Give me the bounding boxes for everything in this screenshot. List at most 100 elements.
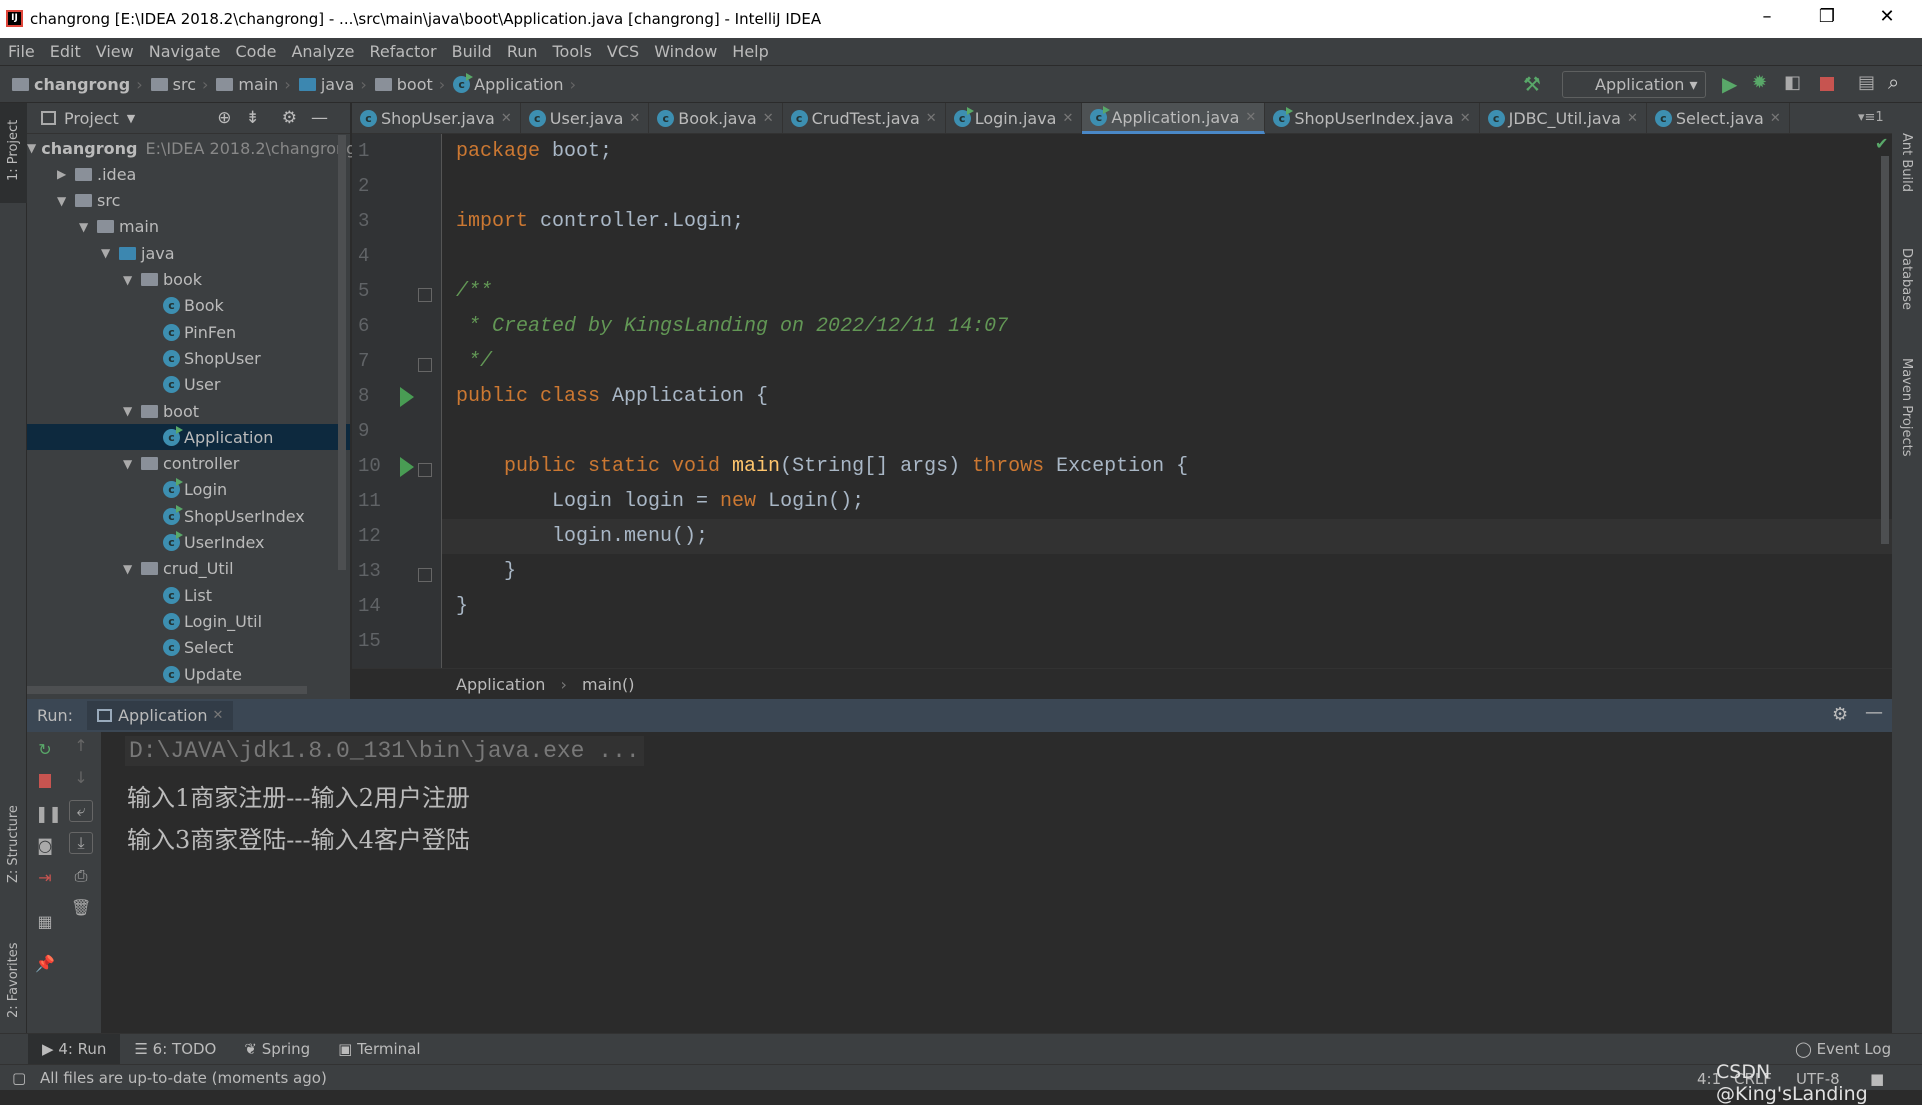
chevron-right-icon[interactable]: ▶ — [57, 167, 75, 181]
close-tab-icon[interactable]: ✕ — [1627, 111, 1638, 126]
tree-item[interactable]: c User — [27, 372, 350, 398]
soft-wrap-icon[interactable]: ⤶ — [69, 800, 93, 822]
tree-item[interactable]: ▼ book — [27, 267, 350, 293]
minimize-icon[interactable]: – — [1752, 6, 1782, 27]
tree-item[interactable]: c UserIndex — [27, 530, 350, 556]
tab-select[interactable]: c Select.java ✕ — [1647, 103, 1790, 134]
run-configuration-select[interactable]: Application ▾ — [1562, 71, 1706, 98]
tree-horizontal-scrollbar[interactable] — [27, 686, 307, 694]
maven-projects-tool-button[interactable]: Maven Projects — [1899, 358, 1914, 457]
nav-crumb[interactable]: main › — [216, 75, 291, 94]
tree-item[interactable]: c Application — [27, 424, 350, 451]
exit-icon[interactable]: ⇥ — [35, 868, 55, 887]
tab-book[interactable]: c Book.java ✕ — [649, 103, 783, 134]
close-tab-icon[interactable]: ✕ — [629, 111, 640, 126]
code-editor[interactable]: package boot; import controller.Login; /**… — [442, 134, 1892, 668]
close-tab-icon[interactable]: ✕ — [501, 111, 512, 126]
close-tab-icon[interactable]: ✕ — [1062, 111, 1073, 126]
database-tool-button[interactable]: Database — [1899, 248, 1914, 310]
menu-item-help[interactable]: Help — [732, 42, 768, 61]
ant-build-tool-button[interactable]: Ant Build — [1899, 133, 1914, 192]
terminal-tool-tab[interactable]: ▣ Terminal — [324, 1034, 434, 1064]
close-tab-icon[interactable]: ✕ — [1460, 111, 1471, 126]
tree-item[interactable]: c Select — [27, 635, 350, 661]
run-tool-tab[interactable]: ▶ 4: Run — [28, 1034, 121, 1064]
tree-item[interactable]: ▼ src — [27, 188, 350, 214]
chevron-down-icon[interactable]: ▼ — [57, 194, 75, 208]
menu-item-refactor[interactable]: Refactor — [370, 42, 437, 61]
close-tab-icon[interactable]: ✕ — [763, 111, 774, 126]
chevron-down-icon[interactable]: ▼ — [27, 141, 36, 155]
chevron-down-icon[interactable]: ▼ — [123, 562, 141, 576]
tree-item[interactable]: ▼ changrong E:\IDEA 2018.2\changrong — [27, 135, 356, 161]
tree-item[interactable]: c Login_Util — [27, 608, 350, 634]
tab-crudtest[interactable]: c CrudTest.java ✕ — [783, 103, 946, 134]
breadcrumb-method[interactable]: main() — [582, 675, 634, 694]
chevron-down-icon[interactable]: ▼ — [79, 220, 97, 234]
coverage-icon[interactable]: ◧ — [1784, 72, 1801, 93]
breadcrumb-class[interactable]: Application — [456, 675, 545, 694]
debug-icon[interactable]: ✹ — [1752, 72, 1767, 93]
menu-item-view[interactable]: View — [96, 42, 134, 61]
close-tab-icon[interactable]: ✕ — [212, 708, 223, 723]
pause-icon[interactable]: ❚❚ — [35, 804, 62, 823]
nav-crumb[interactable]: java › — [298, 75, 367, 94]
tree-item[interactable]: c List — [27, 582, 350, 608]
status-toggle-icon[interactable]: ▢ — [12, 1069, 26, 1087]
fold-marker-icon[interactable] — [418, 463, 432, 477]
run-gutter-icon[interactable] — [400, 457, 414, 477]
scroll-to-end-icon[interactable]: ⤓ — [69, 832, 93, 854]
chevron-down-icon[interactable]: ▼ — [101, 246, 119, 260]
tab-jdbc_util[interactable]: c JDBC_Util.java ✕ — [1480, 103, 1647, 134]
nav-crumb[interactable]: changrong › — [12, 75, 143, 94]
tree-item[interactable]: ▼ boot — [27, 398, 350, 424]
restore-icon[interactable]: ❐ — [1812, 6, 1842, 27]
project-structure-icon[interactable]: ▤ — [1858, 72, 1875, 93]
tree-item[interactable]: ▶ .idea — [27, 161, 350, 187]
tree-item[interactable]: c Update — [27, 661, 350, 687]
close-tab-icon[interactable]: ✕ — [1245, 110, 1256, 125]
chevron-down-icon[interactable]: ▼ — [123, 457, 141, 471]
close-icon[interactable]: ✕ — [1872, 6, 1902, 27]
tab-application[interactable]: c Application.java ✕ — [1082, 103, 1266, 134]
stop-icon[interactable] — [1820, 77, 1834, 91]
tree-item[interactable]: ▼ main — [27, 214, 350, 240]
hide-icon[interactable]: — — [1865, 702, 1883, 723]
tree-scrollbar[interactable] — [338, 135, 346, 570]
stop-icon[interactable] — [39, 774, 51, 788]
menu-item-code[interactable]: Code — [236, 42, 277, 61]
editor-scrollbar[interactable] — [1881, 156, 1889, 544]
tree-item[interactable]: c ShopUserIndex — [27, 503, 350, 529]
menu-item-edit[interactable]: Edit — [50, 42, 81, 61]
chevron-down-icon[interactable]: ▼ — [123, 404, 141, 418]
nav-crumb[interactable]: src › — [150, 75, 208, 94]
run-gutter-icon[interactable] — [400, 387, 414, 407]
console-output[interactable]: D:\JAVA\jdk1.8.0_131\bin\java.exe ... 输入… — [101, 732, 1892, 1033]
search-icon[interactable]: ⌕ — [1888, 70, 1899, 94]
down-arrow-icon[interactable]: ↓ — [71, 768, 91, 787]
tree-item[interactable]: c ShopUser — [27, 345, 350, 371]
menu-item-vcs[interactable]: VCS — [607, 42, 639, 61]
gear-icon[interactable]: ⚙ — [1832, 704, 1848, 725]
menu-item-run[interactable]: Run — [507, 42, 538, 61]
tree-item[interactable]: ▼ controller — [27, 451, 350, 477]
hide-icon[interactable]: — — [311, 108, 328, 128]
run-tab-application[interactable]: Application ✕ — [87, 701, 234, 730]
tabs-overflow-button[interactable]: ▾≡1 — [1858, 110, 1884, 125]
favorites-tool-button[interactable]: 2: Favorites — [6, 942, 21, 1018]
menu-item-tools[interactable]: Tools — [553, 42, 592, 61]
tree-item[interactable]: c PinFen — [27, 319, 350, 345]
chevron-down-icon[interactable]: ▼ — [123, 273, 141, 287]
up-arrow-icon[interactable]: ↑ — [71, 736, 91, 755]
dump-threads-camera-icon[interactable]: ◙ — [35, 836, 55, 855]
project-view-select[interactable]: Project — [64, 109, 119, 128]
todo-tool-tab[interactable]: ☰ 6: TODO — [120, 1034, 230, 1064]
pin-icon[interactable]: 📌 — [35, 954, 55, 973]
tab-login[interactable]: c Login.java ✕ — [946, 103, 1083, 134]
menu-item-analyze[interactable]: Analyze — [291, 42, 354, 61]
locate-icon[interactable]: ⊕ — [217, 108, 231, 128]
tree-item[interactable]: ▼ crud_Util — [27, 556, 350, 582]
menu-item-file[interactable]: File — [8, 42, 35, 61]
tree-item[interactable]: ▼ java — [27, 240, 350, 266]
structure-tool-button[interactable]: Z: Structure — [6, 805, 21, 883]
